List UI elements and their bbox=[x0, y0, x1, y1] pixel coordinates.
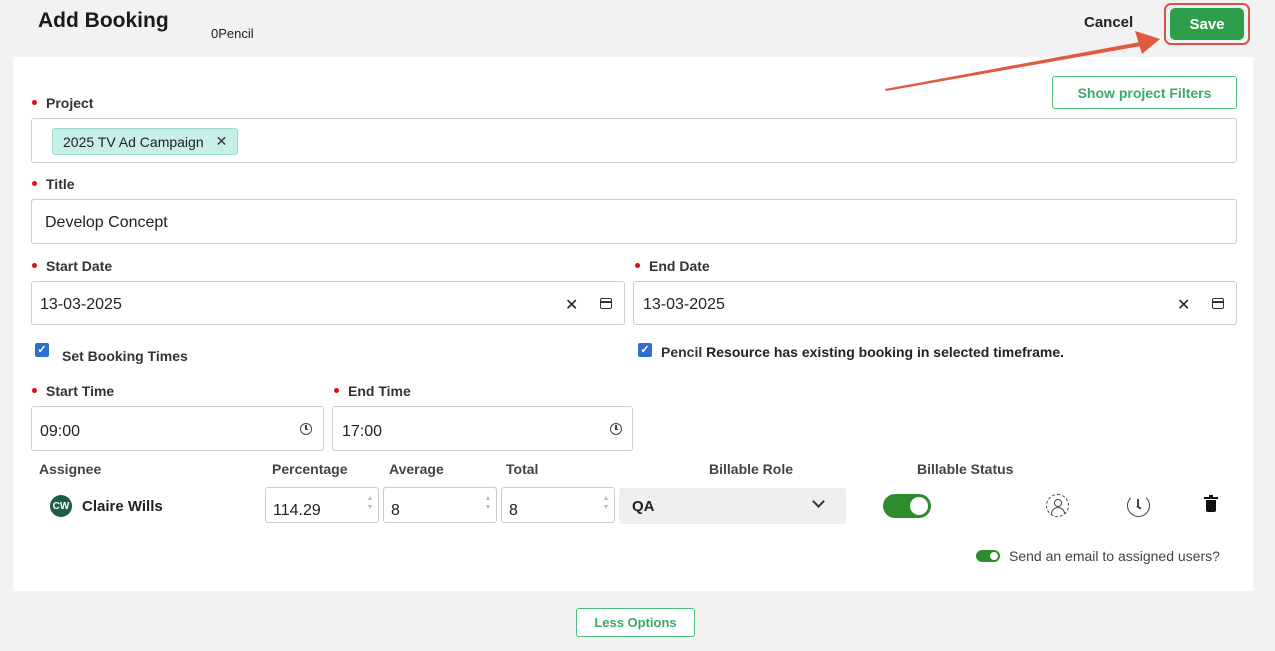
spinner-icon[interactable]: ▲ ▼ bbox=[366, 494, 374, 514]
set-booking-times-checkbox[interactable]: ✓ bbox=[35, 343, 49, 357]
header: Add Booking 0Pencil Cancel Save bbox=[0, 0, 1275, 56]
required-indicator bbox=[32, 99, 37, 105]
required-indicator bbox=[32, 262, 37, 268]
project-label-text: Project bbox=[46, 95, 94, 111]
avatar: CW bbox=[50, 495, 72, 517]
clock-icon[interactable] bbox=[300, 423, 312, 435]
total-input[interactable]: 8 ▲ ▼ bbox=[501, 487, 615, 523]
close-icon[interactable]: ✕ bbox=[1177, 295, 1190, 315]
col-total: Total bbox=[506, 461, 539, 477]
end-time-label: End Time bbox=[334, 383, 411, 399]
required-indicator bbox=[32, 387, 37, 393]
start-time-label: Start Time bbox=[32, 383, 114, 399]
cancel-button[interactable]: Cancel bbox=[1084, 14, 1133, 31]
billable-role-value: QA bbox=[632, 498, 655, 515]
end-date-input[interactable]: 13-03-2025 ✕ bbox=[633, 281, 1237, 325]
average-value: 8 bbox=[391, 502, 400, 519]
project-chip-label: 2025 TV Ad Campaign bbox=[63, 133, 204, 150]
percentage-input[interactable]: 114.29 ▲ ▼ bbox=[265, 487, 379, 523]
start-date-label-text: Start Date bbox=[46, 258, 113, 274]
required-indicator bbox=[334, 387, 339, 393]
close-icon[interactable]: ✕ bbox=[216, 133, 228, 150]
page-subtitle: 0Pencil bbox=[211, 26, 254, 41]
person-icon[interactable] bbox=[1046, 494, 1069, 517]
set-booking-times-label: Set Booking Times bbox=[62, 348, 188, 364]
save-button[interactable]: Save bbox=[1170, 8, 1244, 40]
spinner-icon[interactable]: ▲ ▼ bbox=[484, 494, 492, 514]
start-date-input[interactable]: 13-03-2025 ✕ bbox=[31, 281, 625, 325]
existing-booking-checkbox[interactable]: ✓ bbox=[638, 343, 652, 357]
trash-icon[interactable] bbox=[1204, 495, 1218, 512]
title-label: Title bbox=[32, 176, 75, 192]
show-project-filters-button[interactable]: Show project Filters bbox=[1052, 76, 1237, 109]
close-icon[interactable]: ✕ bbox=[565, 295, 578, 315]
existing-booking-label: Pencil Resource has existing booking in … bbox=[661, 344, 1064, 360]
col-billable-status: Billable Status bbox=[917, 461, 1014, 477]
col-billable-role: Billable Role bbox=[709, 461, 794, 477]
billable-status-toggle[interactable] bbox=[883, 494, 931, 518]
end-date-value: 13-03-2025 bbox=[643, 296, 725, 313]
chevron-down-icon bbox=[812, 495, 825, 508]
col-average: Average bbox=[389, 461, 444, 477]
start-date-value: 13-03-2025 bbox=[40, 296, 122, 313]
average-input[interactable]: 8 ▲ ▼ bbox=[383, 487, 497, 523]
email-toggle-label: Send an email to assigned users? bbox=[1009, 548, 1220, 564]
start-time-input[interactable]: 09:00 bbox=[31, 406, 324, 451]
clock-icon[interactable] bbox=[610, 423, 622, 435]
existing-booking-text: Resource has existing booking in selecte… bbox=[706, 344, 1065, 360]
email-toggle[interactable] bbox=[976, 550, 1000, 562]
history-icon[interactable] bbox=[1127, 494, 1150, 517]
existing-booking-prefix: Pencil bbox=[661, 344, 703, 360]
page-title: Add Booking bbox=[38, 9, 169, 32]
start-date-label: Start Date bbox=[32, 258, 112, 274]
percentage-value: 114.29 bbox=[273, 502, 321, 519]
calendar-icon[interactable] bbox=[1212, 298, 1224, 309]
col-assignee: Assignee bbox=[39, 461, 102, 477]
billable-role-select[interactable]: QA bbox=[619, 488, 846, 524]
required-indicator bbox=[32, 180, 37, 186]
start-time-label-text: Start Time bbox=[46, 383, 115, 399]
spinner-icon[interactable]: ▲ ▼ bbox=[602, 494, 610, 514]
assignee-name: Claire Wills bbox=[82, 498, 163, 515]
required-indicator bbox=[635, 262, 640, 268]
end-time-value: 17:00 bbox=[342, 423, 383, 440]
title-input[interactable]: Develop Concept bbox=[31, 199, 1237, 244]
total-value: 8 bbox=[509, 502, 518, 519]
end-time-input[interactable]: 17:00 bbox=[332, 406, 633, 451]
project-label: Project bbox=[32, 95, 93, 111]
end-date-label: End Date bbox=[635, 258, 710, 274]
title-value: Develop Concept bbox=[45, 214, 168, 231]
col-percentage: Percentage bbox=[272, 461, 348, 477]
calendar-icon[interactable] bbox=[600, 298, 612, 309]
less-options-button[interactable]: Less Options bbox=[576, 608, 695, 637]
start-time-value: 09:00 bbox=[40, 423, 81, 440]
end-time-label-text: End Time bbox=[348, 383, 411, 399]
end-date-label-text: End Date bbox=[649, 258, 710, 274]
title-label-text: Title bbox=[46, 176, 75, 192]
project-chip: 2025 TV Ad Campaign ✕ bbox=[52, 128, 239, 155]
